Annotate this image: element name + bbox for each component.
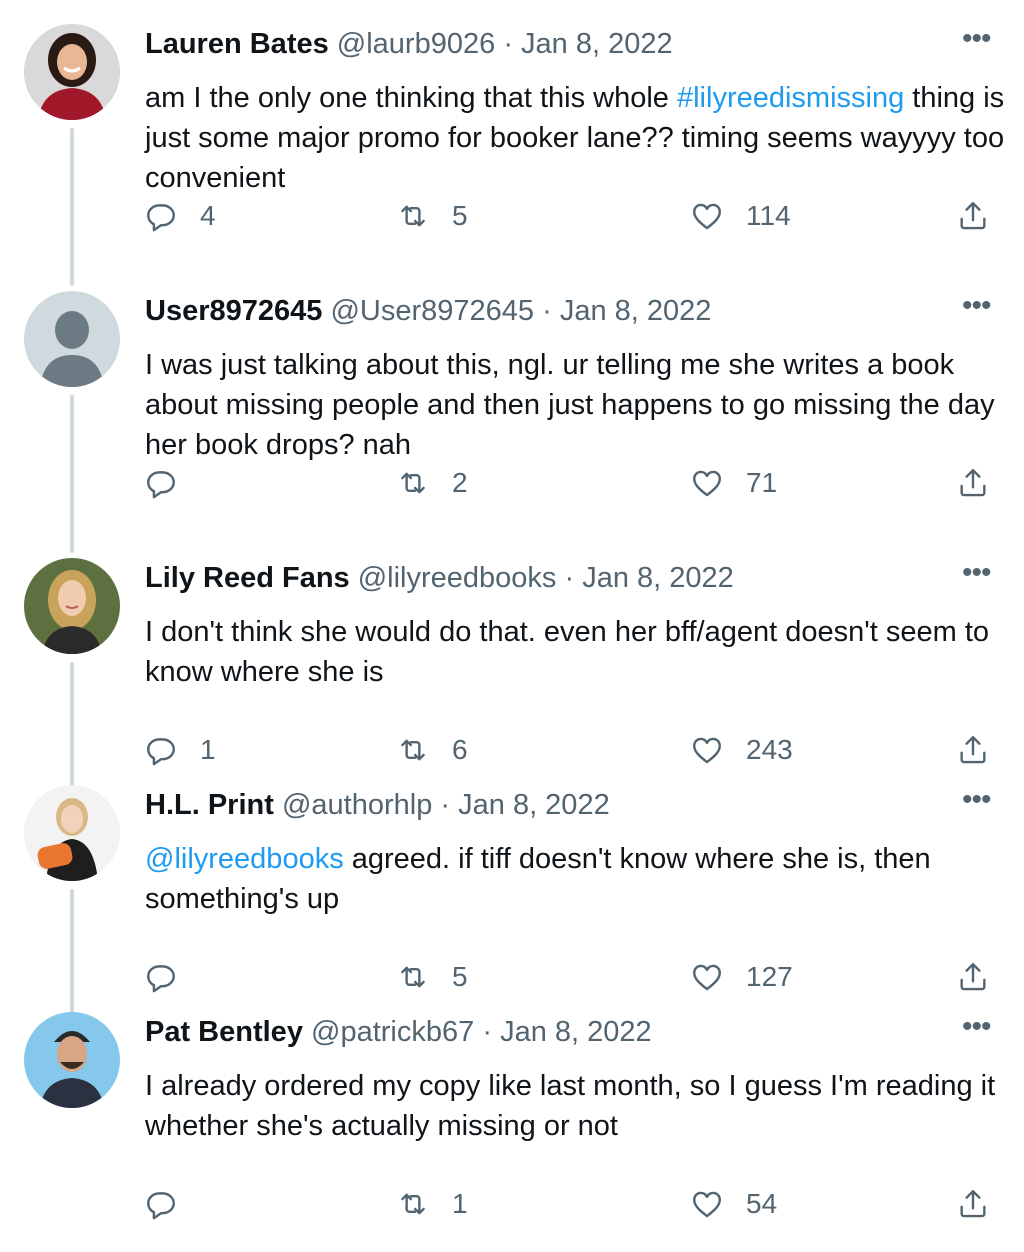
- woman-red-sweater-avatar: [24, 24, 120, 120]
- timestamp[interactable]: Jan 8, 2022: [500, 1016, 652, 1048]
- timestamp[interactable]: Jan 8, 2022: [582, 562, 734, 594]
- like-button[interactable]: 54: [690, 1184, 777, 1224]
- timestamp[interactable]: Jan 8, 2022: [458, 789, 610, 821]
- separator: ·: [542, 295, 552, 327]
- like-count: 71: [746, 467, 778, 498]
- handle[interactable]: @patrickb67: [311, 1016, 474, 1048]
- display-name[interactable]: Lauren Bates: [145, 28, 329, 60]
- more-options-icon[interactable]: •••: [962, 783, 991, 817]
- handle[interactable]: @authorhlp: [282, 789, 432, 821]
- tweet-text: I don't think she would do that. even he…: [145, 616, 990, 688]
- share-icon: [960, 469, 986, 497]
- timestamp[interactable]: Jan 8, 2022: [521, 28, 673, 60]
- handle[interactable]: @laurb9026: [337, 28, 495, 60]
- retweet-icon: [401, 1193, 425, 1215]
- share-icon: [960, 202, 986, 230]
- tweet[interactable]: Lily Reed Fans @lilyreedbooks · Jan 8, 2…: [0, 534, 1024, 820]
- more-options-icon[interactable]: •••: [962, 289, 991, 323]
- reply-icon: [147, 204, 175, 232]
- retweet-icon: [401, 472, 425, 494]
- display-name[interactable]: Lily Reed Fans: [145, 562, 350, 594]
- tweet[interactable]: User8972645 @User8972645 · Jan 8, 2022 •…: [0, 267, 1024, 553]
- reply-icon: [147, 1192, 175, 1220]
- avatar[interactable]: [24, 558, 120, 654]
- like-button[interactable]: 71: [690, 463, 777, 503]
- separator: ·: [503, 28, 513, 60]
- separator: ·: [482, 1016, 492, 1048]
- hashtag-link[interactable]: #lilyreedismissing: [677, 82, 904, 114]
- retweet-button[interactable]: 2: [396, 463, 468, 503]
- tweet-header: User8972645 @User8972645 · Jan 8, 2022: [145, 295, 711, 328]
- display-name[interactable]: H.L. Print: [145, 789, 274, 821]
- separator: ·: [440, 789, 451, 821]
- blonde-woman-avatar: [24, 558, 120, 654]
- tweet[interactable]: Lauren Bates @laurb9026 · Jan 8, 2022 ••…: [0, 0, 1024, 286]
- retweet-icon: [401, 205, 425, 227]
- reply-button[interactable]: [144, 1184, 178, 1224]
- timestamp[interactable]: Jan 8, 2022: [560, 295, 712, 327]
- more-options-icon[interactable]: •••: [962, 1010, 991, 1044]
- display-name[interactable]: User8972645: [145, 295, 322, 327]
- heart-icon: [693, 1191, 721, 1218]
- more-options-icon[interactable]: •••: [962, 22, 991, 56]
- tweet-text: am I the only one thinking that this who…: [145, 78, 1005, 198]
- handle[interactable]: @lilyreedbooks: [358, 562, 557, 594]
- tweet-header: Lauren Bates @laurb9026 · Jan 8, 2022: [145, 28, 673, 61]
- action-bar: 2 71: [0, 463, 1024, 503]
- retweet-count: 2: [452, 467, 468, 498]
- avatar[interactable]: [24, 291, 120, 387]
- tweet[interactable]: Pat Bentley @patrickb67 · Jan 8, 2022 ••…: [0, 988, 1024, 1252]
- tweet-header: H.L. Print @authorhlp · Jan 8, 2022: [145, 789, 610, 822]
- tweet-text: I already ordered my copy like last mont…: [145, 1070, 996, 1142]
- share-button[interactable]: [956, 196, 990, 236]
- woman-holding-pillow-avatar: [24, 785, 120, 881]
- share-icon: [960, 1190, 986, 1218]
- display-name[interactable]: Pat Bentley: [145, 1016, 303, 1048]
- default-user-avatar: [24, 291, 120, 387]
- retweet-button[interactable]: 5: [396, 196, 468, 236]
- avatar[interactable]: [24, 1012, 120, 1108]
- share-button[interactable]: [956, 1184, 990, 1224]
- avatar[interactable]: [24, 785, 120, 881]
- heart-icon: [693, 203, 721, 230]
- tweet-text-part: am I the only one thinking that this who…: [145, 82, 677, 114]
- tweet-text: @lilyreedbooks agreed. if tiff doesn't k…: [145, 839, 1005, 919]
- reply-button[interactable]: 4: [144, 196, 216, 236]
- mention-link[interactable]: @lilyreedbooks: [145, 843, 344, 875]
- tweet-text: I was just talking about this, ngl. ur t…: [145, 349, 995, 461]
- reply-button[interactable]: [144, 463, 178, 503]
- retweet-button[interactable]: 1: [396, 1184, 468, 1224]
- tweet-header: Pat Bentley @patrickb67 · Jan 8, 2022: [145, 1016, 652, 1049]
- man-beanie-avatar: [24, 1012, 120, 1108]
- separator: ·: [564, 562, 575, 594]
- heart-icon: [693, 470, 721, 497]
- like-button[interactable]: 114: [690, 196, 791, 236]
- like-count: 114: [746, 200, 791, 231]
- reply-count: 4: [200, 200, 216, 231]
- share-button[interactable]: [956, 463, 990, 503]
- handle[interactable]: @User8972645: [330, 295, 534, 327]
- like-count: 54: [746, 1188, 778, 1219]
- action-bar: 1 54: [0, 1184, 1024, 1224]
- reply-icon: [147, 471, 175, 499]
- retweet-count: 1: [452, 1188, 468, 1219]
- avatar[interactable]: [24, 24, 120, 120]
- more-options-icon[interactable]: •••: [962, 556, 991, 590]
- tweet[interactable]: H.L. Print @authorhlp · Jan 8, 2022 ••• …: [0, 761, 1024, 1047]
- action-bar: 4 5 114: [0, 196, 1024, 236]
- tweet-header: Lily Reed Fans @lilyreedbooks · Jan 8, 2…: [145, 562, 734, 595]
- retweet-count: 5: [452, 200, 468, 231]
